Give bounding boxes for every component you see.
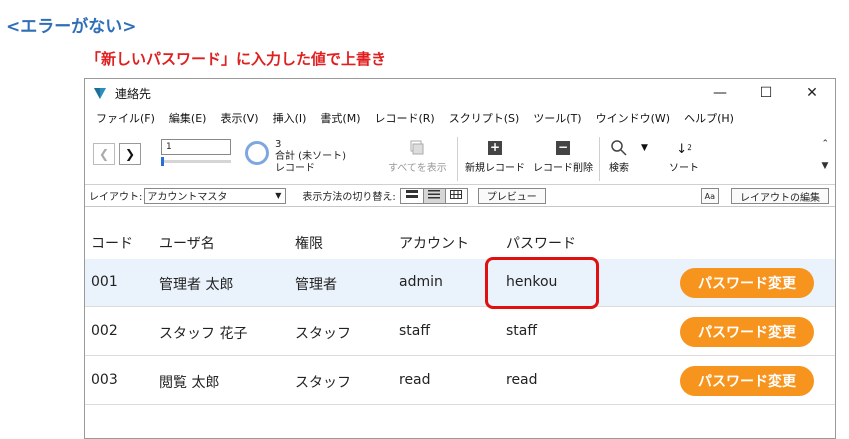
header-username: ユーザ名	[159, 236, 215, 252]
row-account: read	[399, 372, 431, 388]
record-list: コード ユーザ名 権限 アカウント パスワード 001 管理者 太郎 管理者 a…	[85, 207, 835, 417]
layout-select[interactable]: アカウントマスタ ▼	[144, 187, 287, 204]
password-highlight-box	[485, 257, 599, 309]
record-unit: レコード	[275, 163, 315, 174]
row-code: 002	[91, 323, 118, 339]
caret-down-icon: ▼	[641, 143, 648, 153]
header-role: 権限	[295, 236, 323, 252]
row-role: スタッフ	[295, 326, 351, 342]
change-password-button[interactable]: パスワード変更	[680, 268, 814, 298]
record-count-info: 3 合計 (未ソート) レコード	[275, 139, 346, 175]
menu-view[interactable]: 表示(V)	[213, 110, 265, 126]
delete-record-label: レコード削除	[533, 163, 593, 174]
menu-bar: ファイル(F) 編集(E) 表示(V) 挿入(I) 書式(M) レコード(R) …	[85, 107, 835, 129]
search-icon	[610, 137, 628, 159]
toolbar-divider	[599, 137, 600, 181]
show-all-button[interactable]: すべてを表示	[388, 137, 447, 174]
menu-scripts[interactable]: スクリプト(S)	[442, 110, 527, 126]
form-view-icon	[405, 190, 418, 201]
row-account: admin	[399, 274, 443, 290]
plus-icon: +	[488, 140, 502, 155]
window-title: 連絡先	[115, 86, 152, 101]
row-role: スタッフ	[295, 375, 351, 391]
record-pie-icon	[245, 141, 269, 165]
minus-icon: −	[556, 140, 570, 155]
section-subheading: 「新しいパスワード」に入力した値で上書き	[86, 50, 387, 68]
row-account: staff	[399, 323, 431, 339]
find-dropdown[interactable]: ▼	[641, 143, 648, 153]
view-as-toggle	[399, 187, 468, 204]
list-view-button[interactable]	[422, 188, 445, 203]
slider-thumb[interactable]	[161, 157, 164, 166]
section-heading: <エラーがない>	[6, 17, 137, 37]
show-all-icon	[409, 137, 425, 159]
form-view-button[interactable]	[401, 189, 423, 203]
header-code: コード	[91, 236, 133, 252]
minimize-button[interactable]: —	[697, 79, 743, 107]
chevron-left-icon: ❮	[98, 147, 110, 161]
header-account: アカウント	[399, 236, 469, 252]
menu-edit[interactable]: 編集(E)	[162, 110, 214, 126]
table-view-icon	[450, 189, 463, 202]
toolbar-divider	[457, 137, 458, 181]
menu-help[interactable]: ヘルプ(H)	[677, 110, 741, 126]
chevron-right-icon: ❯	[124, 147, 136, 161]
list-view-icon	[428, 189, 441, 202]
row-username: スタッフ 花子	[159, 326, 248, 342]
row-password[interactable]: staff	[506, 323, 537, 339]
title-bar: 連絡先 — ☐ ✕	[85, 79, 835, 107]
row-username: 閲覧 太郎	[159, 375, 220, 391]
sort-icon: ↓⁲	[676, 141, 692, 157]
status-toolbar: ❮ ❯ 1 3 合計 (未ソート) レコード すべてを表示 + 新規レコード −	[85, 129, 835, 185]
sort-status: 合計 (未ソート)	[275, 151, 346, 162]
record-count: 3	[275, 139, 282, 150]
previous-record-button[interactable]: ❮	[93, 143, 115, 165]
row-code: 001	[91, 274, 118, 290]
preview-button[interactable]: プレビュー	[477, 187, 546, 204]
table-row[interactable]: 001 管理者 太郎 管理者 admin henkou パスワード変更	[85, 259, 835, 307]
layout-label: レイアウト:	[89, 192, 143, 203]
row-username: 管理者 太郎	[159, 277, 234, 293]
app-window: 連絡先 — ☐ ✕ ファイル(F) 編集(E) 表示(V) 挿入(I) 書式(M…	[84, 78, 836, 439]
menu-file[interactable]: ファイル(F)	[89, 110, 162, 126]
menu-format[interactable]: 書式(M)	[313, 110, 367, 126]
sort-button[interactable]: ↓⁲ ソート	[669, 137, 699, 175]
collapse-up-icon[interactable]: ⌃	[821, 133, 829, 155]
maximize-button[interactable]: ☐	[743, 79, 789, 107]
table-row[interactable]: 003 閲覧 太郎 スタッフ read read パスワード変更	[85, 357, 835, 405]
current-record-input[interactable]: 1	[161, 139, 231, 155]
record-slider[interactable]	[161, 157, 231, 166]
new-record-label: 新規レコード	[465, 163, 525, 174]
change-password-button[interactable]: パスワード変更	[680, 366, 814, 396]
find-button[interactable]: 検索	[609, 137, 629, 174]
change-password-button[interactable]: パスワード変更	[680, 317, 814, 347]
header-password: パスワード	[506, 236, 576, 252]
show-all-label: すべてを表示	[388, 163, 447, 174]
app-icon	[93, 86, 107, 100]
layout-bar: レイアウト: アカウントマスタ ▼ 表示方法の切り替え: プレビュー Aa レイ…	[85, 185, 835, 207]
chevron-down-icon: ▼	[275, 191, 282, 200]
table-row[interactable]: 002 スタッフ 花子 スタッフ staff staff パスワード変更	[85, 308, 835, 356]
delete-record-button[interactable]: − レコード削除	[533, 137, 593, 175]
row-role: 管理者	[295, 277, 337, 293]
sort-label: ソート	[669, 163, 699, 174]
row-code: 003	[91, 372, 118, 388]
expand-down-icon[interactable]: ▼	[821, 155, 829, 177]
text-format-button[interactable]: Aa	[700, 188, 719, 204]
new-record-button[interactable]: + 新規レコード	[465, 137, 525, 175]
menu-window[interactable]: ウインドウ(W)	[589, 110, 677, 126]
menu-records[interactable]: レコード(R)	[367, 110, 441, 126]
close-button[interactable]: ✕	[789, 79, 835, 107]
view-as-label: 表示方法の切り替え:	[302, 192, 396, 203]
layout-name: アカウントマスタ	[147, 192, 228, 203]
next-record-button[interactable]: ❯	[119, 143, 141, 165]
menu-tools[interactable]: ツール(T)	[526, 110, 588, 126]
toolbar-scroll[interactable]: ⌃ ▼	[821, 133, 829, 177]
menu-insert[interactable]: 挿入(I)	[266, 110, 314, 126]
edit-layout-button[interactable]: レイアウトの編集	[731, 188, 829, 204]
table-view-button[interactable]	[444, 188, 467, 203]
row-password[interactable]: read	[506, 372, 538, 388]
find-label: 検索	[609, 163, 629, 174]
